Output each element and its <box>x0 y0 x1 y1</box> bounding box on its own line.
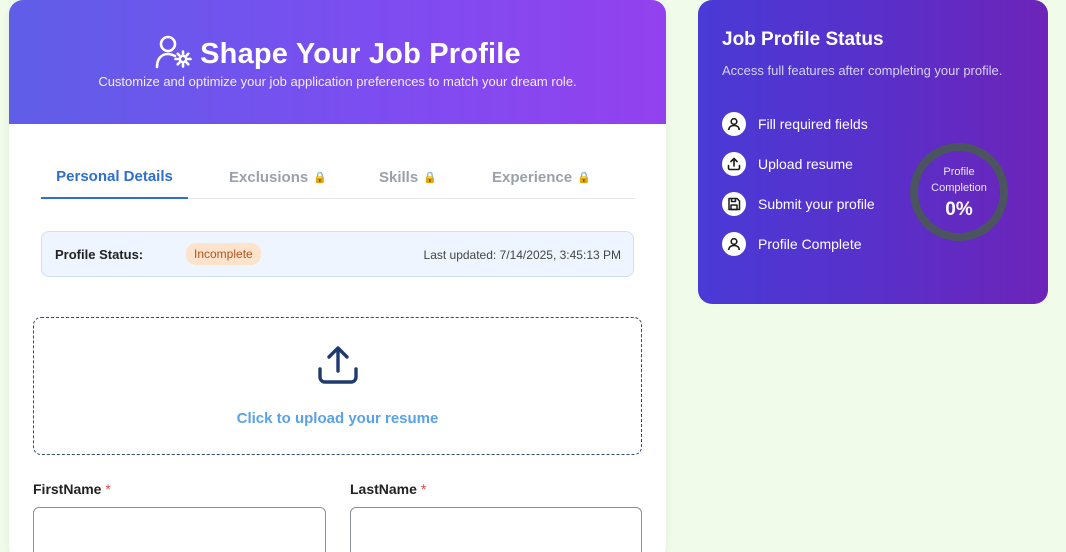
status-badge: Incomplete <box>186 243 261 265</box>
status-card-subtitle: Access full features after completing yo… <box>722 63 1003 78</box>
last-name-label-text: LastName <box>350 481 417 497</box>
hero-title-row: Shape Your Job Profile <box>9 34 666 75</box>
completion-label-line1: Profile <box>943 166 975 178</box>
page-subtitle: Customize and optimize your job applicat… <box>98 74 577 89</box>
user-icon <box>722 112 746 136</box>
tab-label: Experience <box>492 168 573 186</box>
tab-bar: Personal Details Exclusions 🔒 Skills 🔒 E… <box>41 156 635 199</box>
step-label: Upload resume <box>758 156 853 172</box>
required-marker: * <box>420 481 427 497</box>
profile-form-card: Shape Your Job Profile Customize and opt… <box>9 0 666 552</box>
last-name-label: LastName * <box>350 481 426 497</box>
tab-label: Skills <box>379 168 419 186</box>
profile-completion-ring: Profile Completion 0% <box>909 142 1009 242</box>
tab-label: Personal Details <box>56 168 173 185</box>
upload-icon <box>317 344 359 391</box>
save-icon <box>722 192 746 216</box>
first-name-label-text: FirstName <box>33 481 102 497</box>
last-name-input[interactable] <box>350 507 642 552</box>
required-marker: * <box>105 481 111 497</box>
status-card-title: Job Profile Status <box>722 29 884 50</box>
tab-exclusions[interactable]: Exclusions 🔒 <box>229 156 327 198</box>
job-profile-status-card: Job Profile Status Access full features … <box>698 0 1048 304</box>
upload-resume-label: Click to upload your resume <box>236 410 439 427</box>
step-profile-complete: Profile Complete <box>722 232 862 256</box>
upload-icon <box>722 152 746 176</box>
hero-banner: Shape Your Job Profile Customize and opt… <box>9 0 666 124</box>
step-label: Submit your profile <box>758 196 875 212</box>
tab-label: Exclusions <box>229 168 309 186</box>
first-name-input[interactable] <box>33 507 326 552</box>
profile-status-label: Profile Status: <box>55 247 144 262</box>
resume-upload-dropzone[interactable]: Click to upload your resume <box>33 317 642 455</box>
last-updated-text: Last updated: 7/14/2025, 3:45:13 PM <box>423 248 621 262</box>
completion-percent: 0% <box>945 199 973 220</box>
step-submit-profile: Submit your profile <box>722 192 875 216</box>
lock-icon: 🔒 <box>313 171 327 184</box>
lock-icon: 🔒 <box>577 171 591 184</box>
user-settings-icon <box>154 34 192 75</box>
step-label: Profile Complete <box>758 236 862 252</box>
step-fill-required-fields: Fill required fields <box>722 112 868 136</box>
first-name-label: FirstName * <box>33 481 111 497</box>
lock-icon: 🔒 <box>423 171 437 184</box>
tab-skills[interactable]: Skills 🔒 <box>379 156 437 198</box>
page-title: Shape Your Job Profile <box>200 38 521 70</box>
profile-status-bar: Profile Status: Incomplete Last updated:… <box>41 231 634 277</box>
completion-label-line2: Completion <box>931 182 987 194</box>
step-label: Fill required fields <box>758 116 868 132</box>
user-icon <box>722 232 746 256</box>
tab-personal-details[interactable]: Personal Details <box>41 156 188 199</box>
tab-experience[interactable]: Experience 🔒 <box>492 156 591 198</box>
completion-label: Profile Completion <box>909 164 1009 196</box>
step-upload-resume: Upload resume <box>722 152 853 176</box>
